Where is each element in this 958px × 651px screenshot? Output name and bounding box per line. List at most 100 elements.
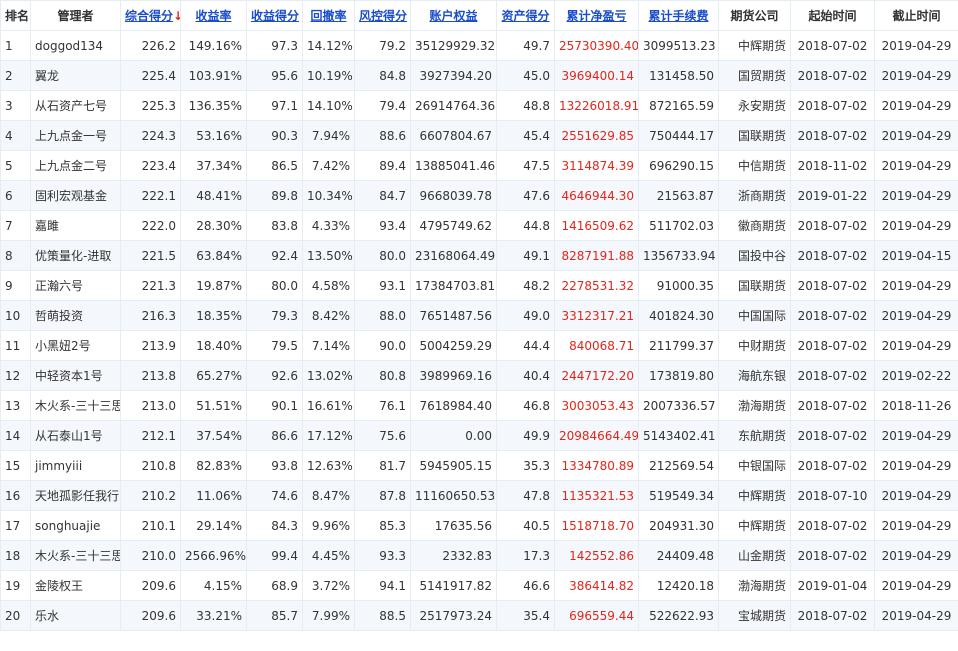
cell-drawdown: 14.12%	[302, 30, 355, 61]
cell-rank: 13	[0, 390, 31, 421]
cell-drawdown: 13.50%	[302, 240, 355, 271]
cell-drawdown: 7.94%	[302, 120, 355, 151]
header-risk-score[interactable]: 风控得分	[354, 0, 411, 31]
cell-drawdown: 13.02%	[302, 360, 355, 391]
cell-manager[interactable]: 哲萌投资	[30, 300, 121, 331]
cell-return-score: 79.3	[246, 300, 303, 331]
cell-cum-fee: 24409.48	[638, 540, 719, 571]
cell-cum-fee: 212569.54	[638, 450, 719, 481]
cell-manager[interactable]: 上九点金一号	[30, 120, 121, 151]
cell-equity: 17384703.81	[410, 270, 497, 301]
cell-return-score: 93.8	[246, 450, 303, 481]
cell-return-rate: 82.83%	[180, 450, 247, 481]
cell-rank: 18	[0, 540, 31, 571]
cell-drawdown: 4.45%	[302, 540, 355, 571]
cell-asset-score: 35.3	[496, 450, 555, 481]
header-cum-fee[interactable]: 累计手续费	[638, 0, 719, 31]
cell-start-date: 2018-07-02	[790, 30, 875, 61]
cell-composite: 225.4	[120, 60, 181, 91]
cell-start-date: 2018-07-02	[790, 90, 875, 121]
cell-cum-pnl: 696559.44	[554, 600, 639, 631]
table-row: 3 从石资产七号 225.3 136.35% 97.1 14.10% 79.4 2691476…	[0, 90, 958, 121]
cell-manager[interactable]: 小黑妞2号	[30, 330, 121, 361]
cell-return-rate: 28.30%	[180, 210, 247, 241]
cell-start-date: 2018-11-02	[790, 150, 875, 181]
cell-manager[interactable]: 正瀚六号	[30, 270, 121, 301]
header-asset-score[interactable]: 资产得分	[496, 0, 555, 31]
cell-end-date: 2019-04-29	[874, 450, 958, 481]
header-composite-score[interactable]: 综合得分↓	[120, 0, 181, 31]
cell-return-rate: 149.16%	[180, 30, 247, 61]
cell-cum-pnl: 3114874.39	[554, 150, 639, 181]
cell-manager[interactable]: 优策量化-进取	[30, 240, 121, 271]
cell-risk-score: 88.5	[354, 600, 411, 631]
table-row: 14 从石泰山1号 212.1 37.54% 86.6 17.12% 75.6 0.00 49.…	[0, 420, 958, 451]
cell-start-date: 2019-01-22	[790, 180, 875, 211]
table-row: 2 翼龙 225.4 103.91% 95.6 10.19% 84.8 3927394.20 4…	[0, 60, 958, 91]
header-end-date: 截止时间	[874, 0, 958, 31]
cell-drawdown: 7.99%	[302, 600, 355, 631]
cell-manager[interactable]: 天地孤影任我行	[30, 480, 121, 511]
cell-rank: 19	[0, 570, 31, 601]
cell-end-date: 2018-11-26	[874, 390, 958, 421]
cell-manager[interactable]: 金陵权王	[30, 570, 121, 601]
table-row: 13 木火系-三十三思 213.0 51.51% 90.1 16.61% 76.1 76189…	[0, 390, 958, 421]
header-return-score[interactable]: 收益得分	[246, 0, 303, 31]
cell-asset-score: 48.2	[496, 270, 555, 301]
cell-risk-score: 81.7	[354, 450, 411, 481]
cell-start-date: 2018-07-02	[790, 270, 875, 301]
cell-equity: 9668039.78	[410, 180, 497, 211]
cell-return-rate: 37.34%	[180, 150, 247, 181]
cell-manager[interactable]: 固利宏观基金	[30, 180, 121, 211]
cell-drawdown: 7.14%	[302, 330, 355, 361]
cell-manager[interactable]: jimmyiii	[30, 450, 121, 481]
cell-broker: 中国国际	[718, 300, 791, 331]
cell-manager[interactable]: 木火系-三十三思	[30, 540, 121, 571]
cell-manager[interactable]: 中轻资本1号	[30, 360, 121, 391]
cell-manager[interactable]: 从石资产七号	[30, 90, 121, 121]
cell-cum-pnl: 142552.86	[554, 540, 639, 571]
cell-broker: 宝城期货	[718, 600, 791, 631]
cell-broker: 中信期货	[718, 150, 791, 181]
table-row: 4 上九点金一号 224.3 53.16% 90.3 7.94% 88.6 6607804.6…	[0, 120, 958, 151]
header-drawdown[interactable]: 回撤率	[302, 0, 355, 31]
cell-asset-score: 44.4	[496, 330, 555, 361]
cell-return-rate: 11.06%	[180, 480, 247, 511]
cell-risk-score: 87.8	[354, 480, 411, 511]
cell-return-rate: 136.35%	[180, 90, 247, 121]
cell-risk-score: 80.8	[354, 360, 411, 391]
cell-manager[interactable]: 嘉雎	[30, 210, 121, 241]
cell-return-score: 86.5	[246, 150, 303, 181]
cell-end-date: 2019-04-29	[874, 600, 958, 631]
cell-risk-score: 84.7	[354, 180, 411, 211]
cell-return-score: 80.0	[246, 270, 303, 301]
cell-manager[interactable]: 翼龙	[30, 60, 121, 91]
cell-risk-score: 89.4	[354, 150, 411, 181]
table-row: 15 jimmyiii 210.8 82.83% 93.8 12.63% 81.7 59459…	[0, 450, 958, 481]
ranking-table: 排名 管理者 综合得分↓ 收益率 收益得分 回撤率 风控得分 账户权益 资产得分…	[0, 0, 958, 631]
cell-manager[interactable]: 木火系-三十三思	[30, 390, 121, 421]
cell-start-date: 2018-07-02	[790, 60, 875, 91]
cell-return-score: 90.1	[246, 390, 303, 421]
header-equity[interactable]: 账户权益	[410, 0, 497, 31]
cell-broker: 中辉期货	[718, 510, 791, 541]
cell-manager[interactable]: 乐水	[30, 600, 121, 631]
cell-manager[interactable]: songhuajie	[30, 510, 121, 541]
cell-manager[interactable]: doggod134	[30, 30, 121, 61]
cell-broker: 东航期货	[718, 420, 791, 451]
cell-manager[interactable]: 上九点金二号	[30, 150, 121, 181]
cell-return-score: 86.6	[246, 420, 303, 451]
table-row: 1 doggod134 226.2 149.16% 97.3 14.12% 79.2 3512…	[0, 30, 958, 61]
cell-broker: 国投中谷	[718, 240, 791, 271]
cell-manager[interactable]: 从石泰山1号	[30, 420, 121, 451]
cell-return-rate: 51.51%	[180, 390, 247, 421]
cell-broker: 国贸期货	[718, 60, 791, 91]
header-cum-pnl[interactable]: 累计净盈亏	[554, 0, 639, 31]
cell-cum-pnl: 3312317.21	[554, 300, 639, 331]
cell-return-score: 97.3	[246, 30, 303, 61]
header-return-rate[interactable]: 收益率	[180, 0, 247, 31]
cell-end-date: 2019-04-15	[874, 240, 958, 271]
cell-rank: 6	[0, 180, 31, 211]
cell-composite: 223.4	[120, 150, 181, 181]
cell-cum-pnl: 4646944.30	[554, 180, 639, 211]
